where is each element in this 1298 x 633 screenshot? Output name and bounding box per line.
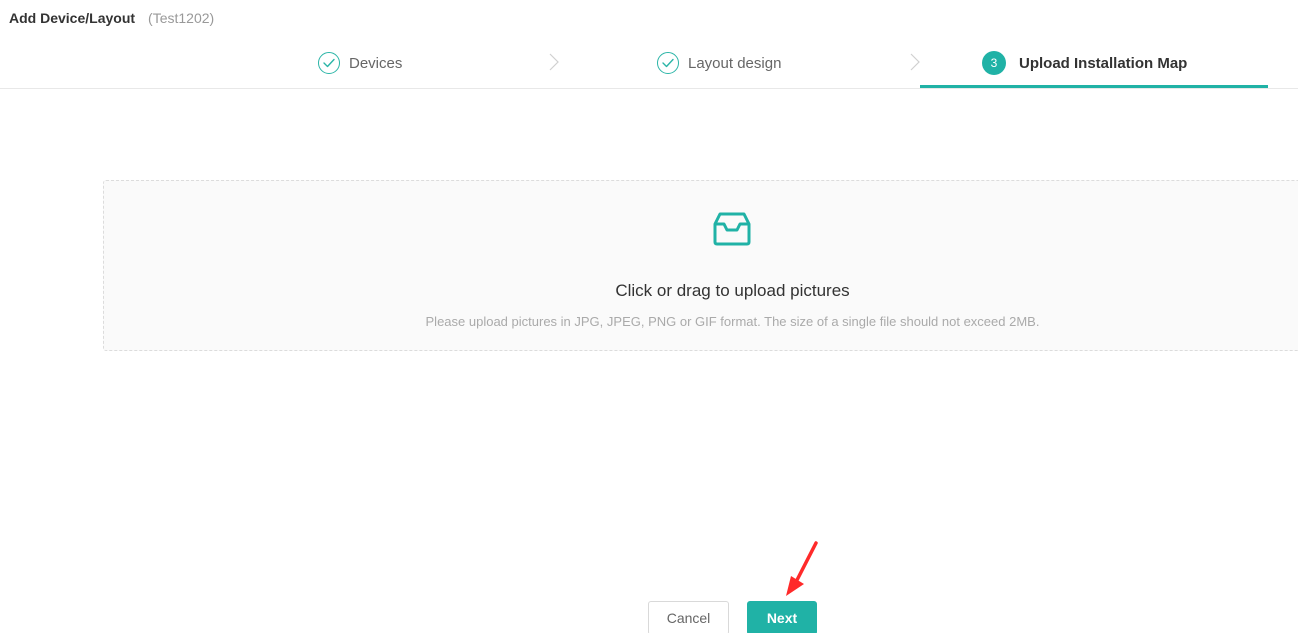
page-title: Add Device/Layout [9,10,136,26]
upload-instruction: Click or drag to upload pictures [615,281,850,300]
step-label: Devices [349,54,403,72]
step-upload-installation-map[interactable]: 3 Upload Installation Map [982,40,1187,86]
step-layout-design[interactable]: Layout design [657,40,781,86]
chevron-right-icon [910,53,920,71]
cancel-button[interactable]: Cancel [648,601,729,633]
page-subtitle: (Test1202) [148,10,215,26]
add-device-layout-page: Add Device/Layout (Test1202) Devices Lay… [0,0,1298,633]
page-header: Add Device/Layout (Test1202) [9,8,214,28]
chevron-right-icon [549,53,559,71]
step-number-badge: 3 [982,51,1006,75]
upload-dropzone[interactable]: Click or drag to upload pictures Please … [103,180,1298,351]
step-devices[interactable]: Devices [318,40,402,86]
check-circle-icon [657,52,679,74]
active-step-underline [920,85,1268,88]
inbox-icon [713,212,751,246]
next-button[interactable]: Next [747,601,817,633]
check-circle-icon [318,52,340,74]
step-label: Layout design [688,54,782,72]
red-arrow-annotation [786,541,818,596]
step-label: Upload Installation Map [1019,54,1188,72]
steps-bar: Devices Layout design 3 Upload Installat… [0,40,1298,89]
upload-format-hint: Please upload pictures in JPG, JPEG, PNG… [425,314,1040,329]
